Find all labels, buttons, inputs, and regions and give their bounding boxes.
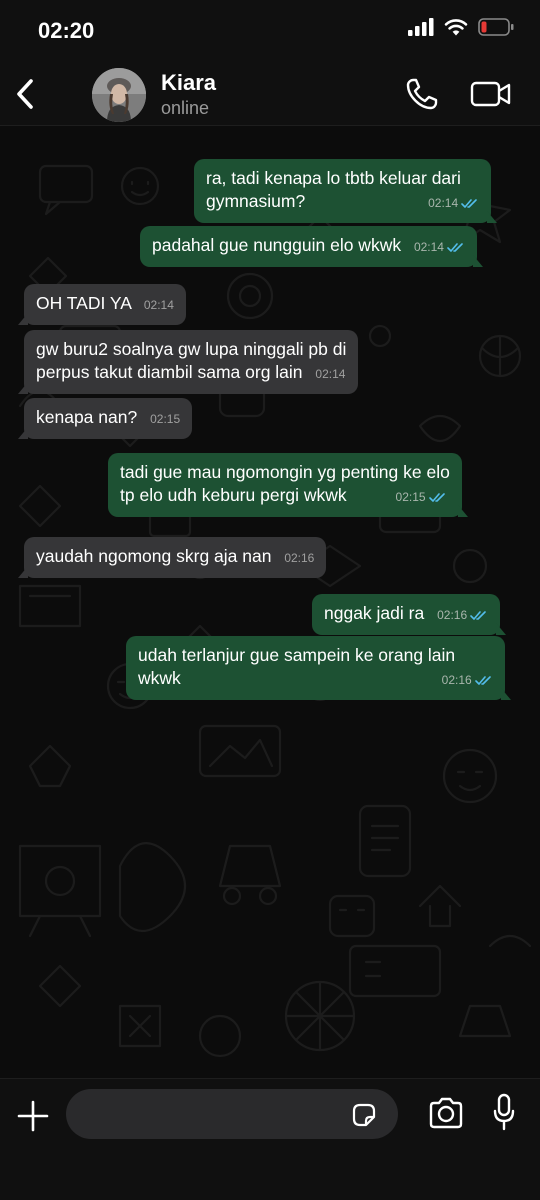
message-meta: 02:16 — [437, 604, 488, 627]
message-meta: 02:15 — [150, 408, 180, 431]
message-meta: 02:14 — [428, 192, 479, 215]
cellular-signal-icon — [408, 18, 434, 36]
status-bar: 02:20 — [0, 0, 540, 62]
back-chevron-icon[interactable] — [12, 76, 38, 112]
message-bubble-outgoing[interactable]: ra, tadi kenapa lo tbtb keluar dari gymn… — [194, 159, 498, 223]
microphone-icon[interactable] — [492, 1093, 516, 1133]
message-bubble-outgoing[interactable]: padahal gue nungguin elo wkwk 02:14 — [140, 226, 483, 267]
message-time: 02:16 — [437, 608, 468, 622]
double-check-icon — [474, 676, 491, 685]
message-meta: 02:16 — [284, 547, 314, 570]
system-icons — [408, 18, 514, 36]
message-meta: 02:14 — [414, 236, 465, 259]
message-text: perpus takut diambil sama org lain — [36, 362, 303, 382]
double-check-icon — [470, 611, 486, 620]
message-time: 02:14 — [315, 367, 346, 381]
contact-name[interactable]: Kiara — [161, 70, 216, 96]
chat-area[interactable]: ra, tadi kenapa lo tbtb keluar dari gymn… — [0, 126, 540, 1078]
contact-status: online — [161, 98, 210, 118]
message-text: gw buru2 soalnya gw lupa ninggali pb di — [36, 339, 347, 359]
sticker-icon[interactable] — [350, 1101, 378, 1129]
plus-icon[interactable] — [16, 1099, 50, 1133]
message-bubble-incoming[interactable]: OH TADI YA 02:14 — [18, 284, 186, 325]
message-input[interactable] — [66, 1089, 398, 1139]
message-bubble-outgoing[interactable]: nggak jadi ra 02:16 — [312, 594, 507, 635]
message-input-bar — [0, 1078, 540, 1200]
message-text: udah terlanjur gue sampein ke orang lain — [138, 645, 456, 665]
message-time: 02:16 — [284, 551, 315, 565]
message-bubble-outgoing[interactable]: udah terlanjur gue sampein ke orang lain… — [126, 636, 511, 700]
video-call-icon[interactable] — [470, 78, 512, 110]
message-text: kenapa nan? — [36, 407, 138, 427]
chat-header: Kiara online — [0, 62, 540, 126]
message-bubble-incoming[interactable]: yaudah ngomong skrg aja nan 02:16 — [17, 537, 327, 578]
message-bubble-incoming[interactable]: kenapa nan? 02:15 — [17, 398, 193, 439]
message-bubble-outgoing[interactable]: tadi gue mau ngomongin yg penting ke elo… — [108, 453, 468, 517]
message-meta: 02:14 — [144, 294, 174, 317]
phone-call-icon[interactable] — [404, 76, 440, 112]
double-check-icon — [461, 199, 477, 208]
wifi-icon — [444, 19, 468, 36]
message-text: nggak jadi ra — [324, 603, 425, 623]
message-bubble-incoming[interactable]: gw buru2 soalnya gw lupa ninggali pb di … — [17, 330, 359, 394]
message-text: gymnasium? — [206, 191, 306, 211]
status-time: 02:20 — [38, 18, 95, 43]
double-check-icon — [447, 243, 463, 252]
message-text: padahal gue nungguin elo wkwk — [152, 235, 402, 255]
message-time: 02:14 — [413, 240, 444, 254]
message-meta: 02:14 — [315, 363, 345, 386]
message-meta: 02:15 — [396, 486, 447, 509]
message-text: tadi gue mau ngomongin yg penting ke elo — [120, 462, 450, 482]
message-meta: 02:16 — [442, 669, 493, 692]
message-text: yaudah ngomong skrg aja nan — [36, 546, 272, 566]
message-text: ra, tadi kenapa lo tbtb keluar dari — [206, 168, 461, 188]
message-text: tp elo udh keburu pergi wkwk — [120, 485, 347, 505]
message-text: OH TADI YA — [36, 293, 131, 313]
contact-avatar[interactable] — [92, 68, 146, 122]
battery-icon — [478, 18, 514, 36]
camera-icon[interactable] — [428, 1097, 464, 1129]
message-time: 02:14 — [143, 298, 174, 312]
message-time: 02:15 — [150, 412, 181, 426]
message-time: 02:14 — [428, 196, 459, 210]
message-time: 02:16 — [441, 673, 472, 687]
message-time: 02:15 — [395, 490, 426, 504]
double-check-icon — [428, 493, 445, 502]
message-text: wkwk — [138, 668, 181, 688]
